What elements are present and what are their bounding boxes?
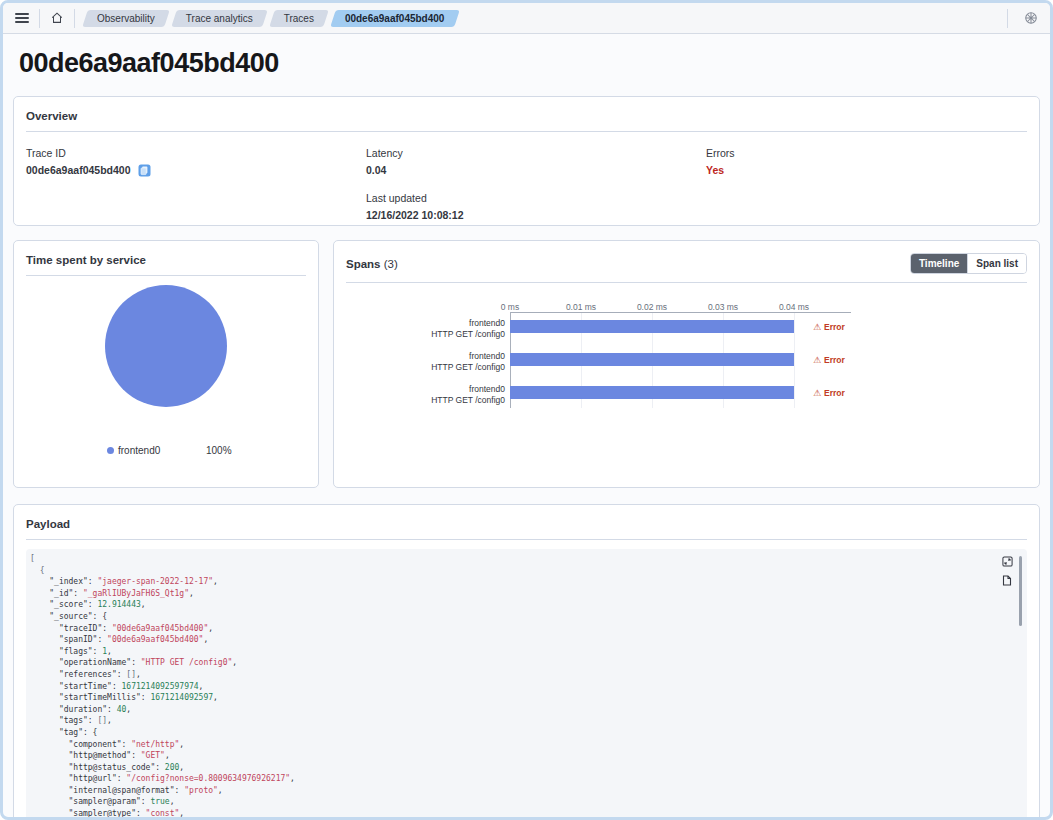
- divider: [346, 282, 1027, 283]
- payload-panel: Payload [ { "_index": "jaeger-span-2022-…: [13, 504, 1040, 820]
- globe-icon[interactable]: [1024, 11, 1038, 25]
- legend-value: 100%: [206, 445, 232, 456]
- payload-title: Payload: [26, 517, 1027, 531]
- time-spent-title: Time spent by service: [26, 253, 306, 267]
- code-scrollbar[interactable]: [1019, 556, 1022, 626]
- breadcrumbs: Observability Trace analytics Traces 00de6a…: [85, 10, 456, 27]
- pie-slice: [105, 285, 227, 407]
- breadcrumb-item[interactable]: Traces: [272, 10, 326, 27]
- timeline-button[interactable]: Timeline: [911, 254, 967, 273]
- trace-id-field: Trace ID 00de6a9aaf045bd400: [26, 147, 366, 177]
- gantt-row-label: frontend0HTTP GET /config0: [346, 384, 505, 405]
- copy-icon[interactable]: [138, 164, 151, 177]
- span-error-badge: ⚠Error: [813, 355, 845, 365]
- expand-icon[interactable]: [1002, 556, 1013, 567]
- gantt-axis-line: [510, 312, 851, 313]
- gantt-span-bar[interactable]: [510, 353, 794, 366]
- divider: [39, 9, 40, 28]
- errors-label: Errors: [706, 147, 1027, 159]
- errors-value: Yes: [706, 164, 1027, 177]
- legend-dot: [107, 447, 114, 454]
- spans-view-toggle: Timeline Span list: [910, 253, 1027, 274]
- time-spent-panel: Time spent by service frontend0 100%: [13, 240, 319, 488]
- last-updated-label: Last updated: [366, 192, 706, 204]
- span-error-badge: ⚠Error: [813, 322, 845, 332]
- gantt-row-label: frontend0HTTP GET /config0: [346, 318, 505, 339]
- span-list-button[interactable]: Span list: [967, 254, 1026, 273]
- menu-icon[interactable]: [15, 13, 29, 23]
- span-error-badge: ⚠Error: [813, 388, 845, 398]
- page-title: 00de6a9aaf045bd400: [19, 47, 1034, 79]
- gantt-axis-tick: 0.04 ms: [764, 302, 824, 312]
- gantt-axis-tick: 0.01 ms: [551, 302, 611, 312]
- spans-panel: Spans (3) Timeline Span list 0 ms 0.01 ms…: [333, 240, 1040, 488]
- gantt-row-label: frontend0HTTP GET /config0: [346, 351, 505, 372]
- trace-id-value: 00de6a9aaf045bd400: [26, 164, 131, 177]
- trace-id-label: Trace ID: [26, 147, 366, 159]
- latency-label: Latency: [366, 147, 706, 159]
- overview-panel: Overview Trace ID 00de6a9aaf045bd400 Lat…: [13, 96, 1040, 226]
- payload-json: [ { "_index": "jaeger-span-2022-12-17", …: [30, 553, 1023, 820]
- payload-code-block: [ { "_index": "jaeger-span-2022-12-17", …: [26, 549, 1027, 820]
- breadcrumb-item[interactable]: Observability: [85, 10, 167, 27]
- errors-field: Errors Yes: [706, 147, 1027, 177]
- gantt-axis-tick: 0.03 ms: [693, 302, 753, 312]
- pie-chart: [26, 284, 306, 414]
- divider: [26, 131, 1027, 132]
- gantt-span-bar[interactable]: [510, 320, 794, 333]
- app-window: Observability Trace analytics Traces 00de6a…: [0, 0, 1053, 820]
- gantt-axis-tick: 0 ms: [480, 302, 540, 312]
- legend-label: frontend0: [118, 445, 206, 456]
- breadcrumb-item[interactable]: 00de6a9aaf045bd400: [333, 10, 457, 27]
- gantt-gridline: [794, 312, 795, 408]
- divider: [74, 9, 75, 28]
- gantt-chart: 0 ms 0.01 ms 0.02 ms 0.03 ms 0.04 ms frontend…: [346, 298, 1027, 448]
- pie-legend[interactable]: frontend0 100%: [26, 445, 306, 456]
- breadcrumb-item[interactable]: Trace analytics: [174, 10, 265, 27]
- last-updated-value: 12/16/2022 10:08:12: [366, 209, 706, 222]
- overview-title: Overview: [26, 109, 1027, 123]
- top-navigation-bar: Observability Trace analytics Traces 00de6a…: [3, 3, 1050, 34]
- home-icon[interactable]: [50, 11, 64, 25]
- spans-title: Spans (3): [346, 257, 398, 271]
- divider: [26, 539, 1027, 540]
- gantt-axis-tick: 0.02 ms: [622, 302, 682, 312]
- divider: [26, 275, 306, 276]
- divider: [1007, 9, 1008, 28]
- latency-value: 0.04: [366, 164, 706, 177]
- gantt-span-bar[interactable]: [510, 386, 794, 399]
- last-updated-field: Last updated 12/16/2022 10:08:12: [366, 192, 706, 222]
- latency-field: Latency 0.04: [366, 147, 706, 177]
- copy-code-icon[interactable]: [1002, 575, 1013, 586]
